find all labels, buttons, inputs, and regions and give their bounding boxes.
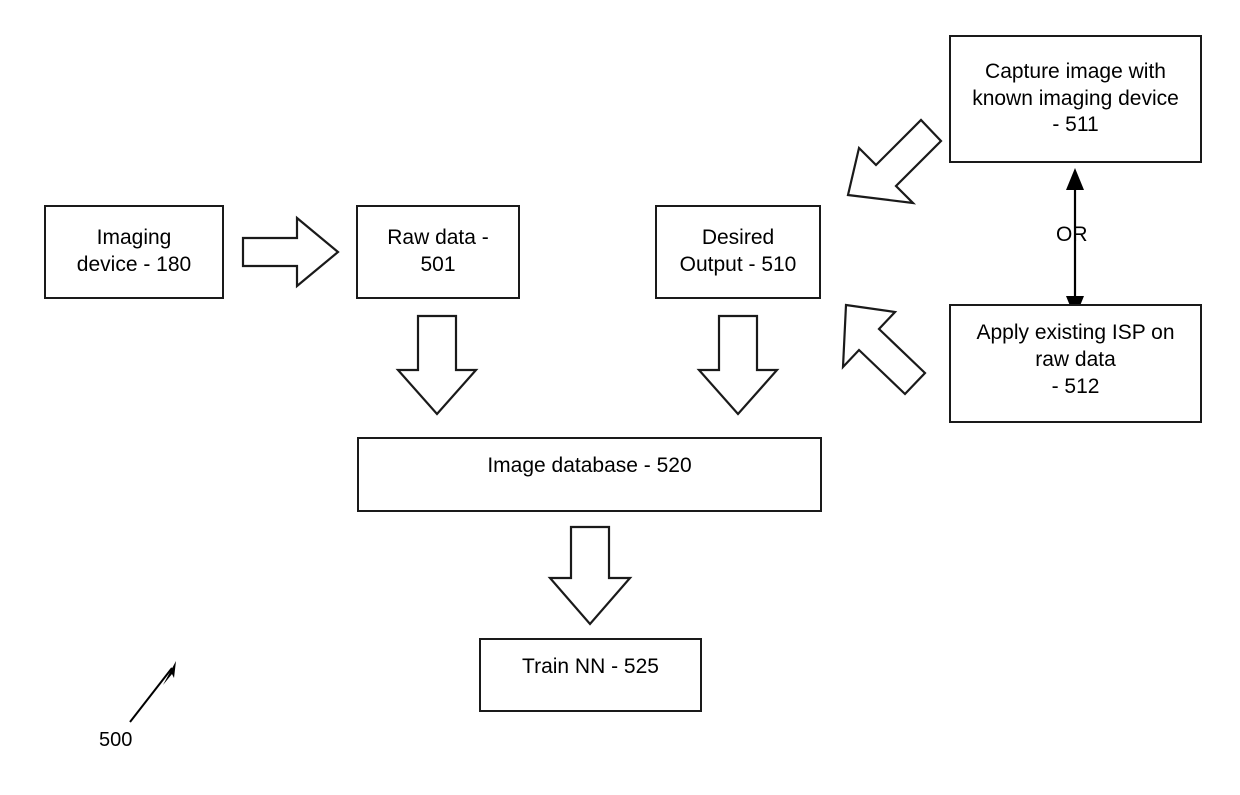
node-imaging-device-label: Imaging device - 180 [76,226,192,276]
node-train-nn-label: Train NN - 525 [522,655,659,678]
node-desired-output-label: Desired Output - 510 [679,226,797,276]
node-image-database-label: Image database - 520 [487,454,692,477]
node-image-database[interactable]: Image database - 520 [357,437,822,512]
block-arrow-right-icon [241,215,340,289]
block-arrow-down-left-icon [846,118,943,205]
figure-leader-line [129,667,173,723]
node-train-nn[interactable]: Train NN - 525 [479,638,702,712]
node-capture-image[interactable]: Capture image with known imaging device … [949,35,1202,163]
node-raw-data[interactable]: Raw data - 501 [356,205,520,299]
figure-leader-arrowhead-icon [163,661,176,685]
node-desired-output[interactable]: Desired Output - 510 [655,205,821,299]
block-arrow-down-icon-database [547,525,633,626]
or-label: OR [1056,223,1088,246]
figure-canvas: Imaging device - 180 Raw data - 501 Desi… [0,0,1240,795]
block-arrow-down-icon-raw [395,314,479,416]
block-arrow-down-icon-desired [696,314,780,416]
node-imaging-device[interactable]: Imaging device - 180 [44,205,224,299]
or-arrowhead-up-icon [1066,168,1084,190]
figure-reference-numeral: 500 [99,729,133,751]
block-arrow-up-left-icon [841,303,927,396]
node-apply-isp-label: Apply existing ISP on raw data - 512 [976,321,1175,398]
node-apply-isp[interactable]: Apply existing ISP on raw data - 512 [949,304,1202,423]
node-capture-image-label: Capture image with known imaging device … [972,59,1179,137]
node-raw-data-label: Raw data - 501 [387,226,489,276]
